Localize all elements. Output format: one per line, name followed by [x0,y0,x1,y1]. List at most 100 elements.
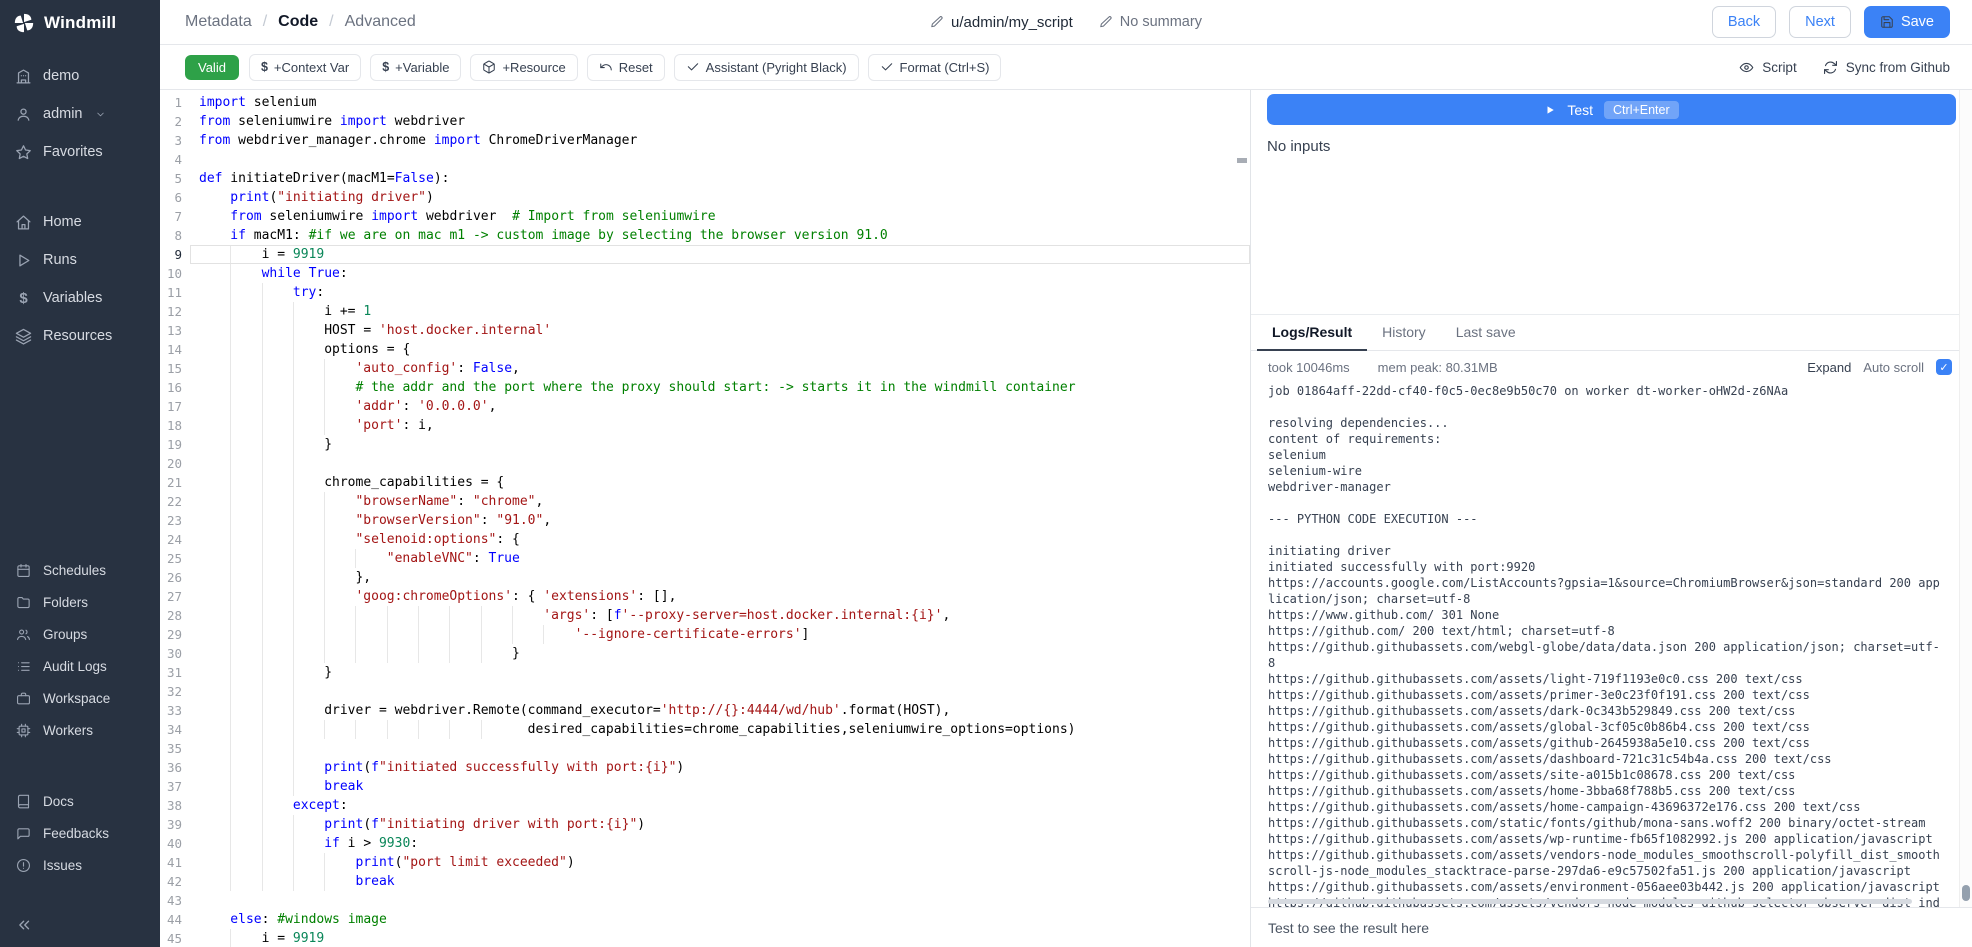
script-path-edit[interactable]: u/admin/my_script [930,14,1073,31]
code-line-28[interactable]: 28'args': [f'--proxy-server=host.docker.… [160,606,1250,625]
collapse-sidebar-button[interactable] [4,905,160,945]
sidebar-item-issues[interactable]: Issues [0,849,160,881]
header-tab-advanced[interactable]: Advanced [345,13,416,31]
code-line-3[interactable]: 3from webdriver_manager.chrome import Ch… [160,131,1250,150]
sidebar-item-workers[interactable]: Workers [0,714,160,746]
code-line-16[interactable]: 16# the addr and the port where the prox… [160,378,1250,397]
code-line-30[interactable]: 30} [160,644,1250,663]
code-line-20[interactable]: 20 [160,454,1250,473]
indent-guide [199,834,230,853]
code-line-33[interactable]: 33driver = webdriver.Remote(command_exec… [160,701,1250,720]
code-line-24[interactable]: 24"selenoid:options": { [160,530,1250,549]
variable-button[interactable]: $+Variable [370,54,461,81]
header-tab-metadata[interactable]: Metadata [185,13,252,31]
panel-vertical-scrollbar[interactable] [1959,90,1972,907]
code-line-19[interactable]: 19} [160,435,1250,454]
line-content: from webdriver_manager.chrome import Chr… [190,131,1250,150]
format-ctrl-s-button[interactable]: Format (Ctrl+S) [868,54,1002,81]
code-line-42[interactable]: 42break [160,872,1250,891]
code-line-38[interactable]: 38except: [160,796,1250,815]
next-button[interactable]: Next [1789,6,1851,38]
indent-guide [449,606,480,625]
indent-guide [324,378,355,397]
code-line-12[interactable]: 12i += 1 [160,302,1250,321]
sidebar-item-schedules[interactable]: Schedules [0,554,160,586]
code-line-22[interactable]: 22"browserName": "chrome", [160,492,1250,511]
code-line-37[interactable]: 37break [160,777,1250,796]
code-line-32[interactable]: 32 [160,682,1250,701]
code-line-35[interactable]: 35 [160,739,1250,758]
code-line-36[interactable]: 36print(f"initiated successfully with po… [160,758,1250,777]
sidebar-item-home[interactable]: Home [0,203,160,241]
expand-logs-button[interactable]: Expand [1807,360,1851,375]
reset-button[interactable]: Reset [587,54,665,81]
sidebar-item-admin[interactable]: admin [0,95,160,133]
sidebar-item-workspace[interactable]: Workspace [0,682,160,714]
script-button[interactable]: Script [1739,60,1797,75]
indent-guide [262,720,293,739]
code-line-18[interactable]: 18'port': i, [160,416,1250,435]
code-line-27[interactable]: 27'goog:chromeOptions': { 'extensions': … [160,587,1250,606]
assistant-pyright-black-button[interactable]: Assistant (Pyright Black) [674,54,859,81]
code-line-44[interactable]: 44else: #windows image [160,910,1250,929]
context-var-button[interactable]: $+Context Var [249,54,361,81]
code-line-29[interactable]: 29'--ignore-certificate-errors'] [160,625,1250,644]
code-line-23[interactable]: 23"browserVersion": "91.0", [160,511,1250,530]
sidebar-item-favorites[interactable]: Favorites [0,133,160,171]
sidebar-item-audit-logs[interactable]: Audit Logs [0,650,160,682]
code-line-26[interactable]: 26}, [160,568,1250,587]
header-tab-code[interactable]: Code [278,13,318,31]
code-line-45[interactable]: 45i = 9919 [160,929,1250,947]
code-line-7[interactable]: 7from seleniumwire import webdriver # Im… [160,207,1250,226]
sidebar-item-folders[interactable]: Folders [0,586,160,618]
sidebar-item-runs[interactable]: Runs [0,241,160,279]
code-line-6[interactable]: 6print("initiating driver") [160,188,1250,207]
script-summary-edit[interactable]: No summary [1099,14,1202,30]
code-line-41[interactable]: 41print("port limit exceeded") [160,853,1250,872]
logs-horizontal-scrollbar[interactable] [1268,899,1912,904]
sidebar-item-feedbacks[interactable]: Feedbacks [0,817,160,849]
panel-tab-last-save[interactable]: Last save [1441,315,1531,351]
header-actions: Back Next Save [1712,6,1950,38]
code-editor[interactable]: 1import selenium2from seleniumwire impor… [160,90,1251,947]
code-line-21[interactable]: 21chrome_capabilities = { [160,473,1250,492]
code-line-40[interactable]: 40if i > 9930: [160,834,1250,853]
sidebar-item-label: Workers [43,723,93,738]
code-line-11[interactable]: 11try: [160,283,1250,302]
app-logo[interactable]: Windmill [0,0,160,45]
code-line-14[interactable]: 14options = { [160,340,1250,359]
code-line-34[interactable]: 34 desired_capabilities=chrome_capabilit… [160,720,1250,739]
sidebar-item-demo[interactable]: demo [0,57,160,95]
panel-tab-logs-result[interactable]: Logs/Result [1257,315,1367,351]
save-button[interactable]: Save [1864,6,1950,38]
code-line-13[interactable]: 13HOST = 'host.docker.internal' [160,321,1250,340]
sidebar-item-groups[interactable]: Groups [0,618,160,650]
panel-tab-history[interactable]: History [1367,315,1441,351]
code-line-15[interactable]: 15'auto_config': False, [160,359,1250,378]
sidebar-item-resources[interactable]: Resources [0,317,160,355]
code-line-17[interactable]: 17'addr': '0.0.0.0', [160,397,1250,416]
logs-output[interactable]: job 01864aff-22dd-cf40-f0c5-0ec8e9b50c70… [1251,380,1972,907]
sync-from-github-button[interactable]: Sync from Github [1823,60,1950,75]
code-line-5[interactable]: 5def initiateDriver(macM1=False): [160,169,1250,188]
code-line-39[interactable]: 39print(f"initiating driver with port:{i… [160,815,1250,834]
code-line-9[interactable]: 9i = 9919 [160,245,1250,264]
scrollbar-thumb[interactable] [1962,885,1970,901]
test-button[interactable]: Test Ctrl+Enter [1267,94,1956,125]
autoscroll-checkbox[interactable] [1936,359,1952,375]
log-line: https://github.githubassets.com/assets/d… [1268,703,1942,719]
line-number: 24 [160,530,190,549]
code-line-2[interactable]: 2from seleniumwire import webdriver [160,112,1250,131]
valid-badge: Valid [185,55,239,80]
back-button[interactable]: Back [1712,6,1776,38]
code-line-43[interactable]: 43 [160,891,1250,910]
code-line-10[interactable]: 10while True: [160,264,1250,283]
code-line-25[interactable]: 25"enableVNC": True [160,549,1250,568]
code-line-1[interactable]: 1import selenium [160,93,1250,112]
resource-button[interactable]: +Resource [470,54,577,81]
sidebar-item-variables[interactable]: $Variables [0,279,160,317]
sidebar-item-docs[interactable]: Docs [0,785,160,817]
code-line-8[interactable]: 8if macM1: #if we are on mac m1 -> custo… [160,226,1250,245]
code-line-31[interactable]: 31} [160,663,1250,682]
code-line-4[interactable]: 4 [160,150,1250,169]
